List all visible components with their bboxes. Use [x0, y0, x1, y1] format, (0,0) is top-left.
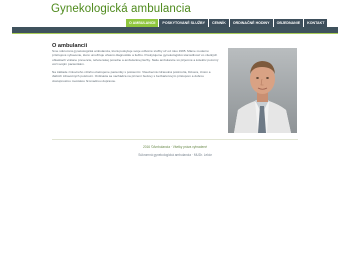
about-paragraph: Na základe zmluvného vzťahu ošetrujeme p…: [52, 70, 211, 83]
nav-item-cennik[interactable]: Cenník: [209, 19, 229, 27]
nav-item-o-ambulancii[interactable]: O ambulancii: [126, 19, 159, 27]
nav-item-sluzby[interactable]: Poskytované služby: [159, 19, 209, 27]
doctor-portrait-image: [228, 48, 297, 133]
footer-links[interactable]: 2016 ©Ambulancia · Všetky práva vyhraden…: [0, 145, 350, 149]
nav-item-ordinacne-hodiny[interactable]: Ordinačné hodiny: [229, 19, 273, 27]
doctor-photo: [228, 48, 297, 133]
footer-divider: [52, 139, 298, 140]
nav-item-objednanie[interactable]: Objednanie: [273, 19, 304, 27]
page-title: O ambulancii: [52, 42, 88, 49]
footer-info: Súkromná gynekologická ambulancia · MUDr…: [138, 153, 212, 157]
site-title[interactable]: Gynekologická ambulancia: [51, 3, 191, 15]
header-bar: [12, 27, 338, 34]
about-text: Sme súkromná gynekologická ambulancia, k…: [52, 49, 220, 87]
about-paragraph: Sme súkromná gynekologická ambulancia, k…: [52, 49, 219, 66]
main-nav: O ambulancii Poskytované služby Cenník O…: [126, 19, 328, 27]
nav-item-kontakt[interactable]: Kontakt: [304, 19, 328, 27]
content-area: O ambulancii Sme súkromná gynekologická …: [40, 34, 310, 162]
